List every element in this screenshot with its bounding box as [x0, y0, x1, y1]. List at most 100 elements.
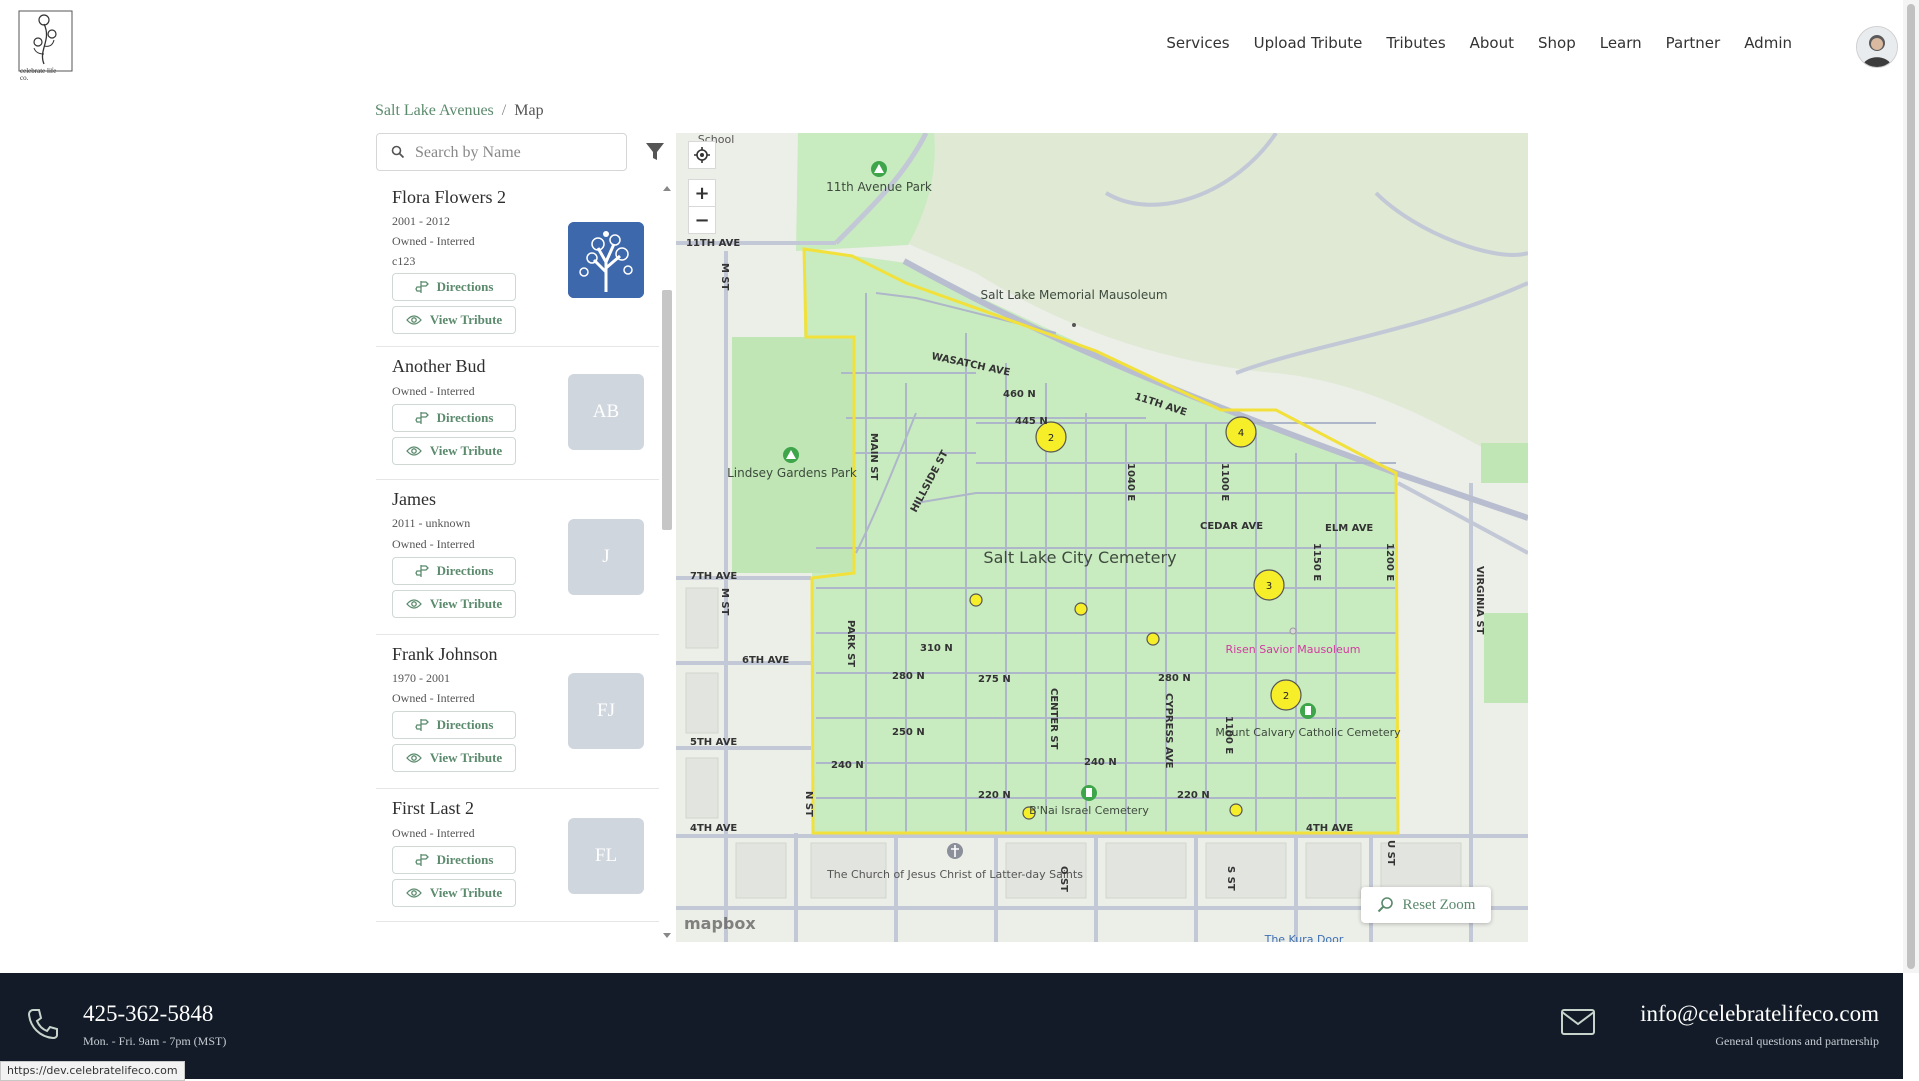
- marker-cluster[interactable]: 2: [1270, 679, 1302, 711]
- item-dates: 2001 - 2012: [392, 214, 450, 228]
- park-pin-icon[interactable]: [783, 447, 799, 463]
- footer-phone[interactable]: 425-362-5848: [83, 1001, 213, 1027]
- directions-button[interactable]: Directions: [392, 404, 516, 432]
- tree-image: [568, 222, 644, 298]
- map-label-11th-ave-park: 11th Avenue Park: [826, 180, 932, 194]
- street-label: 1040 E: [1125, 463, 1136, 501]
- map-label-memorial-mausoleum: Salt Lake Memorial Mausoleum: [980, 288, 1167, 302]
- view-tribute-button[interactable]: View Tribute: [392, 437, 516, 465]
- mapbox-logo[interactable]: mapbox: [684, 914, 756, 933]
- street-label: 4TH AVE: [1306, 823, 1353, 834]
- street-label: O ST: [1058, 866, 1069, 892]
- tribute-marker[interactable]: [1229, 803, 1243, 817]
- directions-button[interactable]: Directions: [392, 273, 516, 301]
- street-label: 275 N: [978, 674, 1011, 685]
- tribute-list: Flora Flowers 2 2001 - 2012 Owned - Inte…: [376, 182, 659, 942]
- list-scrollbar[interactable]: [660, 182, 674, 942]
- view-tribute-button[interactable]: View Tribute: [392, 879, 516, 907]
- view-tribute-label: View Tribute: [429, 312, 503, 327]
- search-icon: [391, 145, 405, 159]
- status-bar-url: https://dev.celebratelifeco.com: [0, 1061, 185, 1081]
- street-label: 4TH AVE: [690, 823, 737, 834]
- breadcrumb-parent-link[interactable]: Salt Lake Avenues: [375, 102, 494, 119]
- street-label: U ST: [1385, 840, 1396, 866]
- page-scroll-thumb[interactable]: [1907, 4, 1915, 969]
- list-item: Flora Flowers 2 2001 - 2012 Owned - Inte…: [376, 182, 659, 347]
- user-avatar[interactable]: [1856, 26, 1898, 68]
- view-tribute-label: View Tribute: [429, 750, 503, 765]
- map-label-risen-savior: Risen Savior Mausoleum: [1226, 643, 1361, 656]
- nav-about[interactable]: About: [1470, 34, 1514, 52]
- directions-button[interactable]: Directions: [392, 711, 516, 739]
- street-label: 460 N: [1003, 389, 1036, 400]
- view-tribute-button[interactable]: View Tribute: [392, 306, 516, 334]
- tribute-marker[interactable]: [969, 593, 983, 607]
- search-input[interactable]: [413, 140, 617, 166]
- street-label: CEDAR AVE: [1200, 521, 1263, 532]
- eye-icon: [405, 446, 422, 456]
- street-label: MAIN ST: [868, 433, 879, 480]
- map-canvas[interactable]: 2 4 3 2 Salt Lake City Cemetery Salt Lak…: [676, 133, 1528, 942]
- map-label-mount-calvary: Mount Calvary Catholic Cemetery: [1215, 726, 1401, 739]
- street-label: 1150 E: [1311, 543, 1322, 581]
- nav-upload-tribute[interactable]: Upload Tribute: [1254, 34, 1363, 52]
- list-scroll-thumb[interactable]: [662, 290, 672, 530]
- view-tribute-button[interactable]: View Tribute: [392, 744, 516, 772]
- scroll-up-arrow[interactable]: [663, 186, 671, 191]
- item-name[interactable]: Frank Johnson: [392, 644, 498, 665]
- directions-icon: [414, 854, 429, 866]
- cemetery-map[interactable]: 2 4 3 2 Salt Lake City Cemetery Salt Lak…: [676, 133, 1528, 942]
- map-label-kura-door: The Kura Door: [1264, 933, 1344, 942]
- street-label: ELM AVE: [1325, 523, 1373, 534]
- locate-icon: [694, 147, 710, 163]
- directions-label: Directions: [436, 410, 494, 425]
- street-label: 250 N: [892, 727, 925, 738]
- nav-partner[interactable]: Partner: [1666, 34, 1721, 52]
- tribute-marker[interactable]: [1074, 602, 1088, 616]
- locate-button[interactable]: [688, 141, 716, 169]
- directions-button[interactable]: Directions: [392, 846, 516, 874]
- marker-cluster[interactable]: 4: [1225, 416, 1257, 448]
- nav-admin[interactable]: Admin: [1744, 34, 1792, 52]
- reset-zoom-button[interactable]: Reset Zoom: [1361, 887, 1491, 923]
- initials-avatar[interactable]: FL: [568, 818, 644, 894]
- cluster-count: 2: [1048, 433, 1054, 444]
- street-label: 7TH AVE: [690, 571, 737, 582]
- directions-button[interactable]: Directions: [392, 557, 516, 585]
- nav-tributes[interactable]: Tributes: [1386, 34, 1445, 52]
- item-name[interactable]: James: [392, 489, 436, 510]
- marker-cluster[interactable]: 3: [1253, 569, 1285, 601]
- celebrate-life-logo[interactable]: celebrate life co.: [18, 6, 74, 82]
- zoom-in-button[interactable]: +: [688, 179, 716, 207]
- footer-email[interactable]: info@celebratelifeco.com: [1640, 1001, 1879, 1027]
- filter-icon[interactable]: [645, 141, 665, 163]
- park-pin-icon[interactable]: [871, 161, 887, 177]
- initials-avatar[interactable]: AB: [568, 374, 644, 450]
- church-pin-icon[interactable]: [947, 843, 963, 859]
- directions-icon: [414, 412, 429, 424]
- directions-label: Directions: [436, 563, 494, 578]
- street-label: 220 N: [1177, 790, 1210, 801]
- tribute-thumbnail[interactable]: [568, 222, 644, 298]
- view-tribute-label: View Tribute: [429, 885, 503, 900]
- nav-services[interactable]: Services: [1166, 34, 1229, 52]
- street-label: 310 N: [920, 643, 953, 654]
- view-tribute-button[interactable]: View Tribute: [392, 590, 516, 618]
- item-name[interactable]: First Last 2: [392, 798, 474, 819]
- item-name[interactable]: Another Bud: [392, 356, 486, 377]
- initials-avatar[interactable]: J: [568, 519, 644, 595]
- page-scrollbar[interactable]: [1903, 0, 1919, 973]
- mail-icon: [1561, 1009, 1595, 1035]
- zoom-out-button[interactable]: −: [688, 206, 716, 234]
- item-name[interactable]: Flora Flowers 2: [392, 187, 506, 208]
- nav-shop[interactable]: Shop: [1538, 34, 1576, 52]
- street-label: PARK ST: [845, 620, 856, 667]
- scroll-down-arrow[interactable]: [663, 933, 671, 938]
- initials-avatar[interactable]: FJ: [568, 673, 644, 749]
- cemetery-pin-icon[interactable]: [1081, 785, 1097, 801]
- tribute-marker[interactable]: [1146, 632, 1160, 646]
- nav-learn[interactable]: Learn: [1600, 34, 1642, 52]
- street-label: 240 N: [1084, 757, 1117, 768]
- cemetery-pin-icon[interactable]: [1300, 703, 1316, 719]
- footer-email-note: General questions and partnership: [1715, 1034, 1879, 1048]
